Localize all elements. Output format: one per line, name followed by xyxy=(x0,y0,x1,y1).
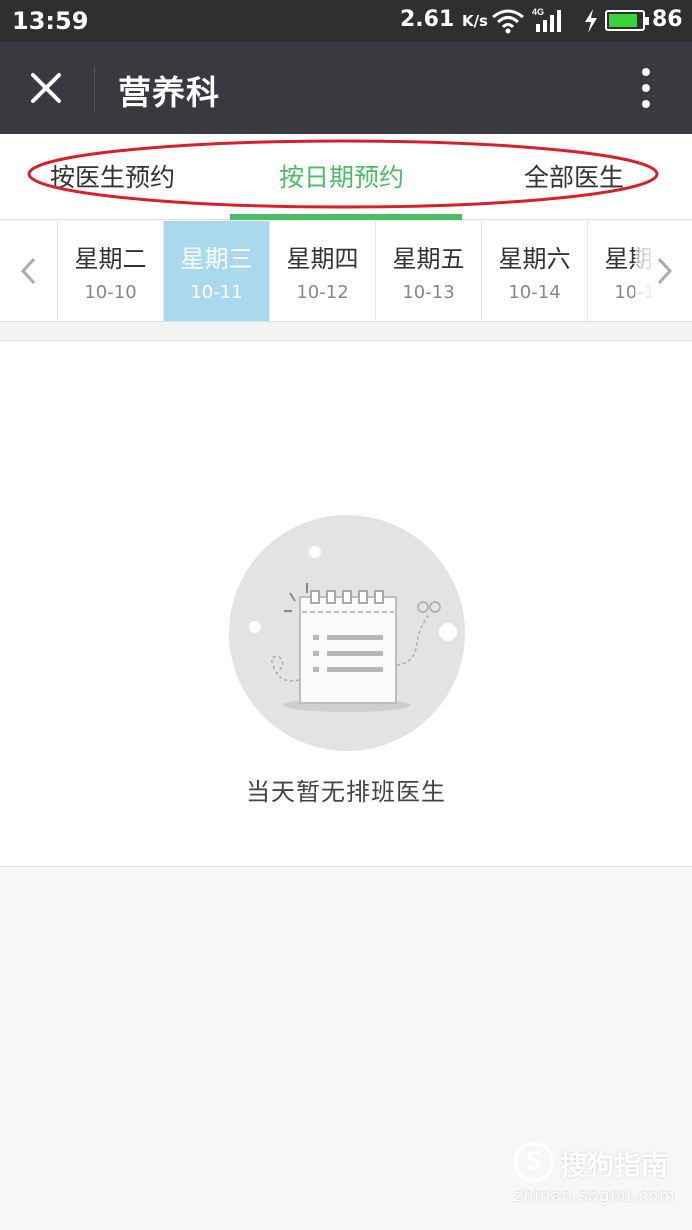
date-item-weekday: 星期五 xyxy=(392,245,465,273)
charging-icon xyxy=(585,9,597,33)
date-item[interactable]: 星期五 10-13 xyxy=(376,221,482,321)
close-icon[interactable] xyxy=(22,64,70,112)
tab-by-doctor[interactable]: 按医生预约 xyxy=(50,158,175,194)
watermark-name: 搜狗指南 xyxy=(560,1151,668,1182)
date-item-date: 10-14 xyxy=(508,282,561,303)
tab-active-indicator xyxy=(230,214,462,220)
status-bar: 13:59 2.61 K/s 4G 86 xyxy=(0,0,692,42)
battery-icon xyxy=(605,10,649,31)
network-speed: 2.61 K/s xyxy=(400,7,488,32)
schedule-content: 当天暂无排班医生 xyxy=(0,342,692,867)
next-dates-button[interactable] xyxy=(635,221,692,321)
date-item[interactable]: 星期四 10-12 xyxy=(270,221,376,321)
prev-dates-button[interactable] xyxy=(0,221,58,321)
date-item-weekday: 星期二 xyxy=(74,245,147,273)
wifi-icon xyxy=(492,9,524,34)
empty-calendar-icon xyxy=(229,515,465,751)
watermark-url: zhinan.sogou.com xyxy=(514,1186,676,1205)
date-selector: 星期二 10-10 星期三 10-11 星期四 10-12 星期五 10-13 … xyxy=(0,221,692,322)
empty-state-message: 当天暂无排班医生 xyxy=(246,778,446,806)
sogou-logo-icon: S xyxy=(514,1142,554,1182)
date-item-weekday: 星期六 xyxy=(498,245,571,273)
network-speed-unit: K/s xyxy=(461,12,488,30)
date-item[interactable]: 星期六 10-14 xyxy=(482,221,588,321)
tab-all-doctors[interactable]: 全部医生 xyxy=(524,158,624,194)
date-item-date: 10-10 xyxy=(84,282,137,303)
date-item-weekday: 星期四 xyxy=(286,245,359,273)
section-gap xyxy=(0,322,692,341)
signal-icon: 4G xyxy=(532,7,561,32)
date-item-date: 10-12 xyxy=(296,282,349,303)
watermark-logo-letter: S xyxy=(525,1147,543,1175)
page-title: 营养科 xyxy=(118,73,220,112)
date-item-date: 10-13 xyxy=(402,282,455,303)
date-item-weekday: 星期三 xyxy=(180,245,253,273)
network-type-label: 4G xyxy=(532,7,544,17)
date-item[interactable]: 星期二 10-10 xyxy=(58,221,164,321)
watermark: S 搜狗指南 zhinan.sogou.com xyxy=(514,1140,684,1220)
tab-by-date[interactable]: 按日期预约 xyxy=(279,158,404,194)
date-item[interactable]: 星期三 10-11 xyxy=(164,221,270,321)
more-vertical-icon[interactable] xyxy=(628,66,664,110)
date-item-date: 10-11 xyxy=(190,282,243,303)
chevron-right-icon xyxy=(657,257,673,285)
tab-bar: 按医生预约 按日期预约 全部医生 xyxy=(0,134,692,220)
battery-level: 86 xyxy=(652,7,683,32)
battery-fill xyxy=(609,14,637,27)
navbar: 营养科 xyxy=(0,42,692,134)
chevron-left-icon xyxy=(20,257,35,285)
status-time: 13:59 xyxy=(12,7,89,35)
nav-divider xyxy=(94,66,95,112)
network-speed-value: 2.61 xyxy=(400,7,455,32)
